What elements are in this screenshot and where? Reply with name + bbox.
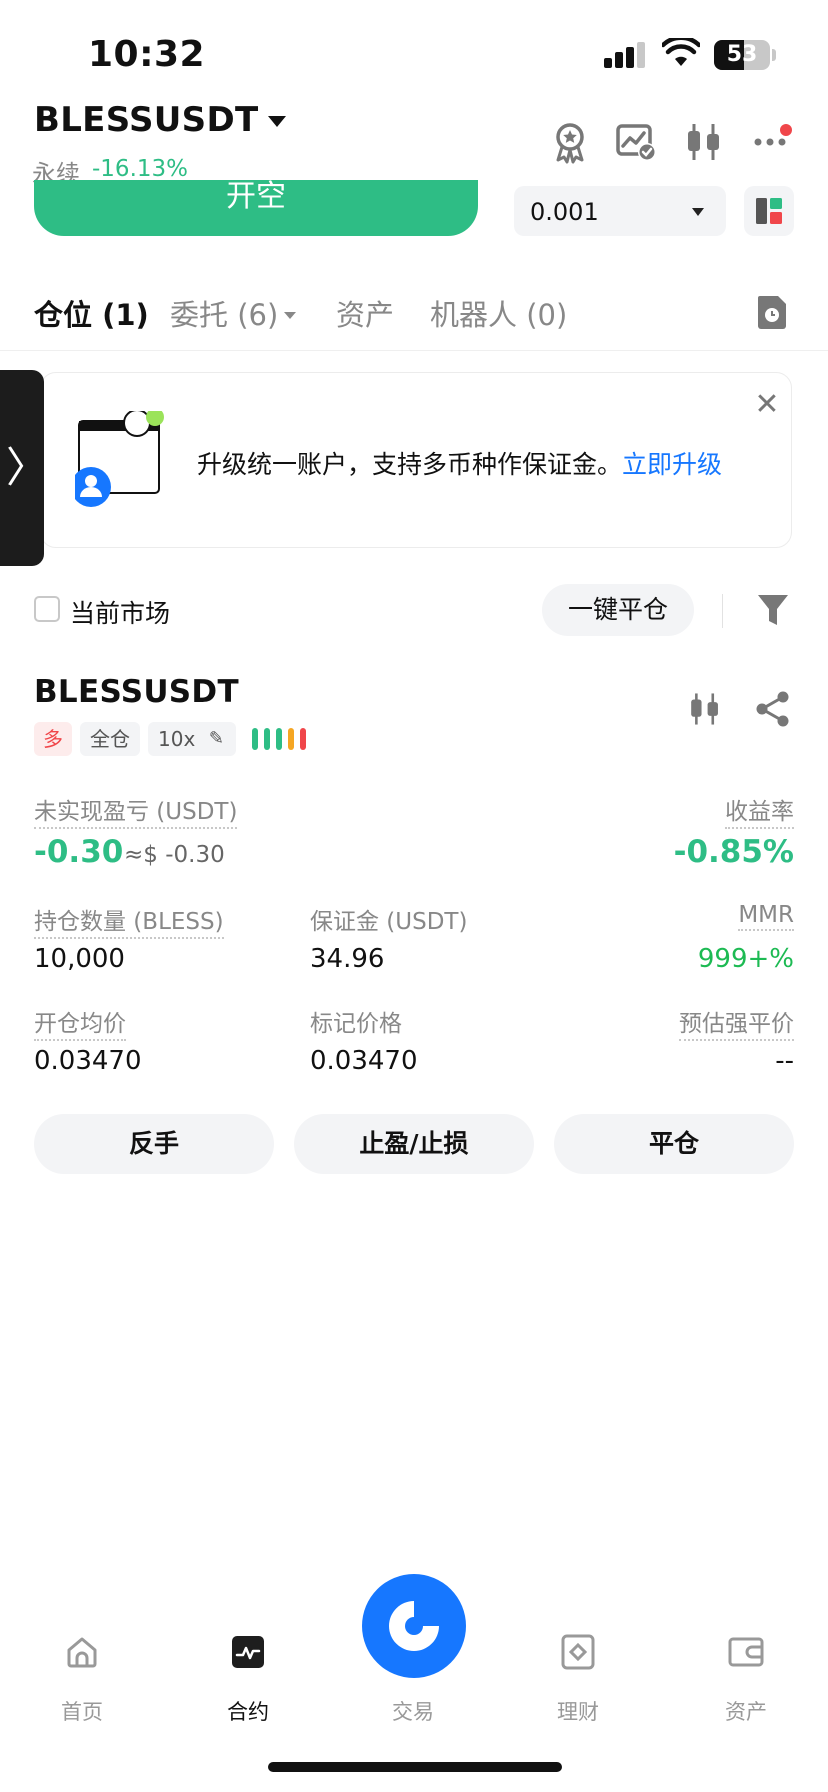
nav-earn-label: 理财 — [557, 1700, 599, 1724]
notification-dot — [780, 124, 792, 136]
side-tag: 多 — [34, 722, 72, 756]
banner-message: 升级统一账户，支持多币种作保证金。 — [197, 450, 623, 479]
margin-label: 保证金 (USDT) — [310, 909, 468, 935]
chevron-down-icon — [284, 311, 297, 319]
position-size-value: 10,000 — [34, 944, 125, 974]
margin-value: 34.96 — [310, 944, 385, 974]
current-market-label: 当前市场 — [70, 599, 171, 628]
open-short-button[interactable]: 开空 — [34, 180, 478, 236]
upgrade-link[interactable]: 立即升级 — [622, 450, 722, 479]
candlestick-icon[interactable] — [682, 120, 726, 164]
banner-text: 升级统一账户，支持多币种作保证金。立即升级 — [197, 445, 722, 481]
tab-bots[interactable]: 机器人 (0) — [430, 292, 567, 334]
tabs-divider — [0, 350, 828, 351]
tab-orders[interactable]: 委托 (6) — [170, 292, 297, 334]
home-icon — [67, 1637, 97, 1668]
edit-icon: ✎ — [208, 728, 224, 749]
quantity-select[interactable]: 0.001 — [514, 186, 726, 236]
order-history-icon[interactable] — [756, 294, 788, 330]
risk-indicator — [252, 728, 312, 750]
tab-positions[interactable]: 仓位 (1) — [34, 292, 149, 334]
tpsl-button[interactable]: 止盈/止损 — [294, 1114, 534, 1174]
home-indicator — [268, 1762, 562, 1772]
position-size-label: 持仓数量 (BLESS) — [34, 902, 224, 939]
layout-toggle-button[interactable] — [744, 186, 794, 236]
candlestick-icon[interactable] — [686, 690, 724, 728]
futures-icon — [232, 1636, 264, 1668]
battery-icon: 53 — [714, 40, 770, 70]
margin-mode-tag: 全仓 — [80, 722, 140, 756]
nav-futures-label: 合约 — [227, 1700, 269, 1724]
status-time: 10:32 — [88, 34, 206, 75]
wifi-icon — [662, 38, 700, 66]
quantity-value: 0.001 — [530, 198, 599, 226]
roe-value: -0.85% — [673, 834, 794, 870]
pair-dropdown-icon[interactable] — [268, 116, 286, 127]
mmr-value: 999+% — [697, 944, 794, 974]
current-market-checkbox[interactable] — [34, 596, 60, 622]
risk-bar — [252, 728, 258, 750]
trade-logo-icon — [389, 1601, 439, 1651]
earn-icon — [561, 1634, 595, 1670]
layout-icon — [756, 198, 782, 224]
unrealized-pnl-approx: ≈$ -0.30 — [124, 842, 225, 868]
nav-trade-label: 交易 — [392, 1700, 434, 1724]
share-icon[interactable] — [754, 690, 792, 728]
leverage-tag[interactable]: 10x ✎ — [148, 722, 236, 756]
wallet-illustration-icon — [75, 411, 164, 507]
chevron-down-icon — [692, 208, 704, 216]
nav-home-label: 首页 — [61, 1700, 103, 1724]
position-symbol[interactable]: BLESSUSDT — [34, 674, 239, 710]
nav-home[interactable]: 首页 — [32, 1634, 132, 1744]
price-change: -16.13% — [92, 156, 188, 182]
close-position-button[interactable]: 平仓 — [554, 1114, 794, 1174]
status-bar: 10:32 53 — [0, 0, 828, 100]
entry-price-value: 0.03470 — [34, 1046, 142, 1076]
chevron-right-icon: 〉 — [6, 443, 49, 492]
tab-orders-label: 委托 (6) — [170, 298, 279, 332]
nav-assets-label: 资产 — [725, 1700, 767, 1724]
reverse-button[interactable]: 反手 — [34, 1114, 274, 1174]
risk-bar — [288, 728, 294, 750]
risk-bar — [264, 728, 270, 750]
tab-assets[interactable]: 资产 — [336, 292, 394, 334]
wallet-icon — [728, 1637, 764, 1667]
mark-price-label: 标记价格 — [310, 1011, 402, 1037]
filter-icon[interactable] — [756, 592, 790, 628]
upgrade-banner: 升级统一账户，支持多币种作保证金。立即升级 ✕ — [40, 372, 792, 548]
close-all-button[interactable]: 一键平仓 — [542, 584, 694, 636]
roe-label: 收益率 — [725, 792, 794, 829]
risk-bar — [276, 728, 282, 750]
mmr-label: MMR — [738, 902, 794, 931]
chart-check-icon[interactable] — [614, 120, 658, 164]
cellular-signal-icon — [604, 42, 646, 68]
nav-futures[interactable]: 合约 — [198, 1634, 298, 1744]
unrealized-pnl-value: -0.30 — [34, 834, 124, 870]
pair-title[interactable]: BLESSUSDT — [34, 100, 258, 140]
mark-price-value: 0.03470 — [310, 1046, 418, 1076]
divider — [722, 594, 723, 628]
side-drawer-handle[interactable]: 〉 — [0, 370, 48, 566]
unrealized-pnl-label: 未实现盈亏 (USDT) — [34, 792, 238, 829]
battery-tip — [772, 49, 776, 61]
liq-price-value: -- — [775, 1046, 794, 1076]
leverage-value: 10x — [158, 727, 196, 751]
liq-price-label: 预估强平价 — [679, 1004, 794, 1041]
nav-assets[interactable]: 资产 — [696, 1634, 796, 1744]
entry-price-label: 开仓均价 — [34, 1004, 126, 1041]
risk-bar — [300, 728, 306, 750]
nav-earn[interactable]: 理财 — [528, 1634, 628, 1744]
close-icon[interactable]: ✕ — [751, 389, 783, 421]
battery-percent: 53 — [726, 42, 758, 67]
nav-trade-button[interactable] — [362, 1574, 466, 1678]
award-icon[interactable] — [548, 120, 592, 164]
